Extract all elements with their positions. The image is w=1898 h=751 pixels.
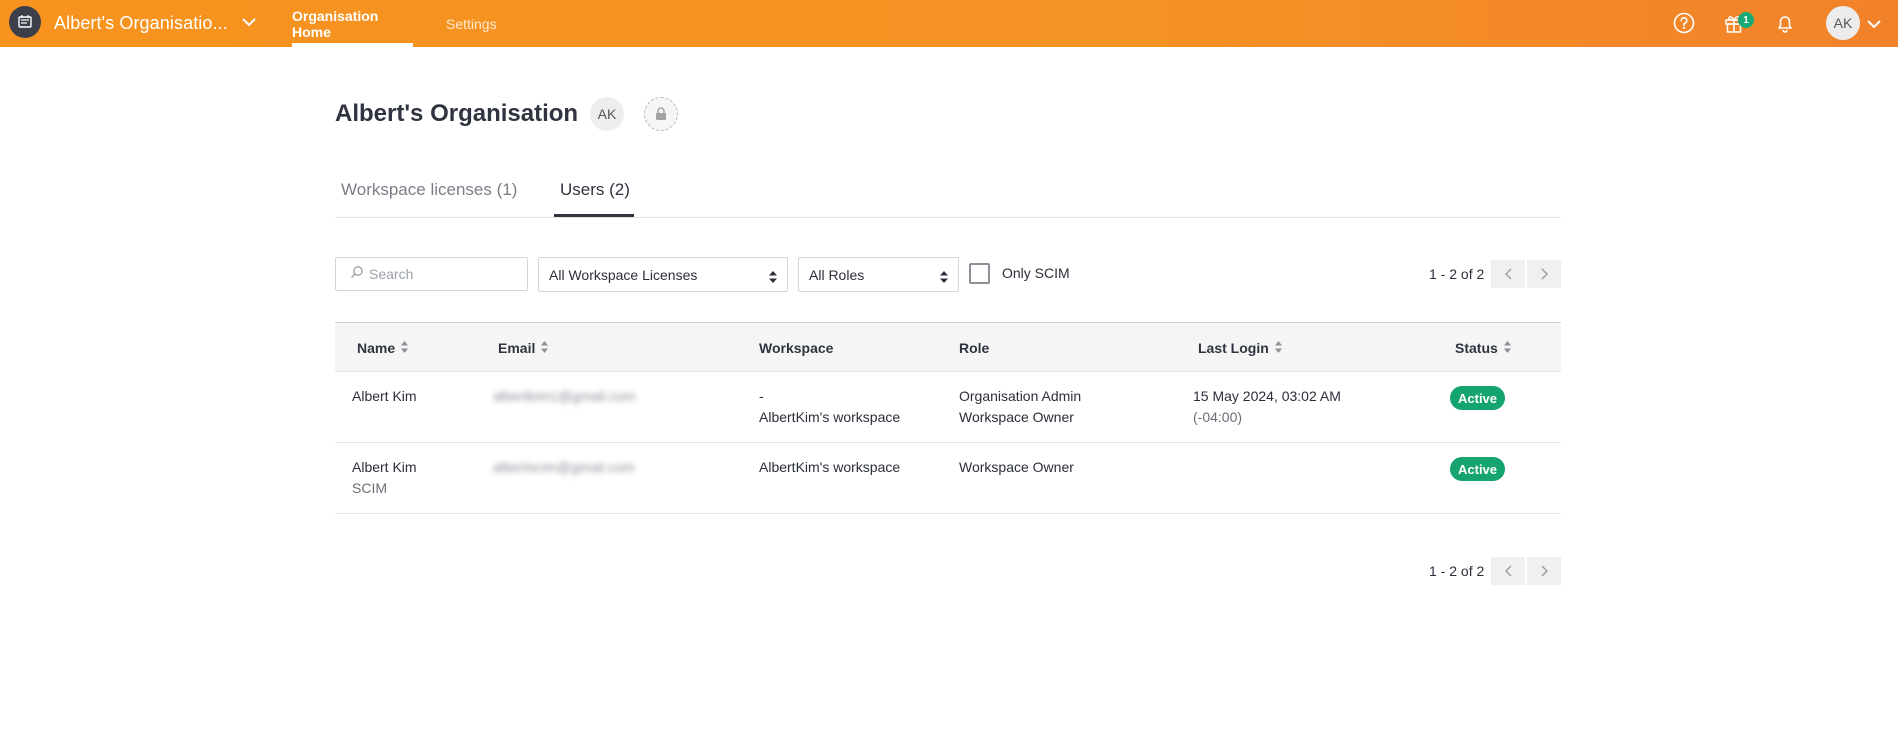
workspace-license-select-value: All Workspace Licenses: [549, 266, 698, 283]
roles-select-value: All Roles: [809, 266, 865, 283]
chevron-right-icon: [1540, 268, 1548, 280]
sort-icon: [1274, 340, 1282, 356]
user-name: Albert Kim: [352, 388, 417, 404]
table-row[interactable]: Albert Kim albertkim1@gmail.com - Albert…: [335, 372, 1561, 443]
table-header: Name Email Workspace Role Last Login Sta…: [335, 322, 1561, 372]
only-scim-label: Only SCIM: [1002, 265, 1070, 281]
column-header-workspace-label: Workspace: [759, 340, 834, 356]
user-email: albertkim1@gmail.com: [493, 388, 636, 404]
org-switcher[interactable]: Albert's Organisatio...: [54, 12, 256, 34]
role-line: Workspace Owner: [959, 409, 1074, 425]
tab-users[interactable]: Users (2): [560, 180, 630, 200]
chevron-left-icon: [1504, 565, 1512, 577]
user-last-login: 15 May 2024, 03:02 AM (-04:00): [1193, 386, 1341, 428]
notification-count-badge: 1: [1738, 12, 1754, 28]
pagination-summary-top: 1 - 2 of 2: [1429, 266, 1485, 282]
nav-tab-settings[interactable]: Settings: [446, 0, 497, 47]
column-header-last-login[interactable]: Last Login: [1198, 340, 1282, 356]
tab-workspace-licenses[interactable]: Workspace licenses (1): [341, 180, 517, 200]
status-badge: Active: [1450, 386, 1506, 410]
next-page-button[interactable]: [1527, 260, 1561, 288]
column-header-role-label: Role: [959, 340, 990, 356]
sort-icon: [541, 340, 549, 356]
previous-page-button[interactable]: [1491, 260, 1525, 288]
column-header-name-label: Name: [357, 340, 396, 356]
bell-icon[interactable]: [1773, 11, 1797, 35]
workspace-license-select[interactable]: All Workspace Licenses: [538, 257, 788, 292]
last-login-datetime: 15 May 2024, 03:02 AM: [1193, 388, 1341, 404]
chevron-left-icon: [1504, 268, 1512, 280]
previous-page-button[interactable]: [1491, 557, 1525, 585]
only-scim-checkbox[interactable]: [969, 263, 990, 284]
role-line: Organisation Admin: [959, 388, 1082, 404]
column-header-status[interactable]: Status: [1455, 340, 1511, 356]
column-header-email[interactable]: Email: [498, 340, 549, 356]
user-email: albertscim@gmail.com: [493, 459, 635, 475]
user-avatar[interactable]: AK: [1826, 6, 1860, 40]
user-workspace: AlbertKim's workspace: [759, 459, 901, 475]
user-name-block: Albert Kim SCIM: [352, 457, 417, 499]
sort-icon: [401, 340, 409, 356]
content-tabs: Workspace licenses (1) Users (2): [335, 170, 1561, 218]
user-workspace: - AlbertKim's workspace: [759, 386, 900, 428]
chevron-right-icon: [1540, 565, 1548, 577]
search-input[interactable]: [369, 266, 519, 282]
column-header-last-login-label: Last Login: [1198, 340, 1269, 356]
column-header-workspace: Workspace: [759, 340, 833, 356]
user-scim-tag: SCIM: [352, 480, 387, 496]
app-logo-icon[interactable]: [9, 6, 41, 38]
search-icon: [350, 265, 364, 284]
column-header-email-label: Email: [498, 340, 536, 356]
user-menu-chevron-icon[interactable]: [1867, 16, 1881, 34]
column-header-role: Role: [959, 340, 989, 356]
search-field[interactable]: [335, 257, 528, 291]
column-header-status-label: Status: [1455, 340, 1498, 356]
sort-icon: [1503, 340, 1511, 356]
org-avatar[interactable]: AK: [590, 97, 624, 131]
select-arrows-icon: [769, 270, 777, 286]
top-bar: Albert's Organisatio... Organisation Hom…: [0, 0, 1898, 47]
next-page-button[interactable]: [1527, 557, 1561, 585]
active-tab-indicator: [554, 214, 634, 217]
table-row[interactable]: Albert Kim SCIM albertscim@gmail.com Alb…: [335, 443, 1561, 514]
roles-select[interactable]: All Roles: [798, 257, 959, 292]
last-login-timezone: (-04:00): [1193, 409, 1243, 425]
workspace-line: AlbertKim's workspace: [759, 409, 901, 425]
chevron-down-icon: [242, 14, 256, 32]
column-header-name[interactable]: Name: [357, 340, 409, 356]
user-role: Organisation Admin Workspace Owner: [959, 386, 1081, 428]
user-role: Workspace Owner: [959, 459, 1074, 475]
help-icon[interactable]: [1672, 11, 1696, 35]
user-name: Albert Kim: [352, 459, 417, 475]
org-switcher-label: Albert's Organisatio...: [54, 12, 228, 33]
status-badge: Active: [1450, 457, 1506, 481]
nav-tab-organisation-home[interactable]: Organisation Home: [292, 0, 413, 47]
pagination-summary-bottom: 1 - 2 of 2: [1429, 563, 1485, 579]
lock-icon[interactable]: [644, 97, 678, 131]
workspace-line: -: [759, 388, 764, 404]
page-title: Albert's Organisation: [335, 100, 579, 127]
select-arrows-icon: [940, 270, 948, 286]
